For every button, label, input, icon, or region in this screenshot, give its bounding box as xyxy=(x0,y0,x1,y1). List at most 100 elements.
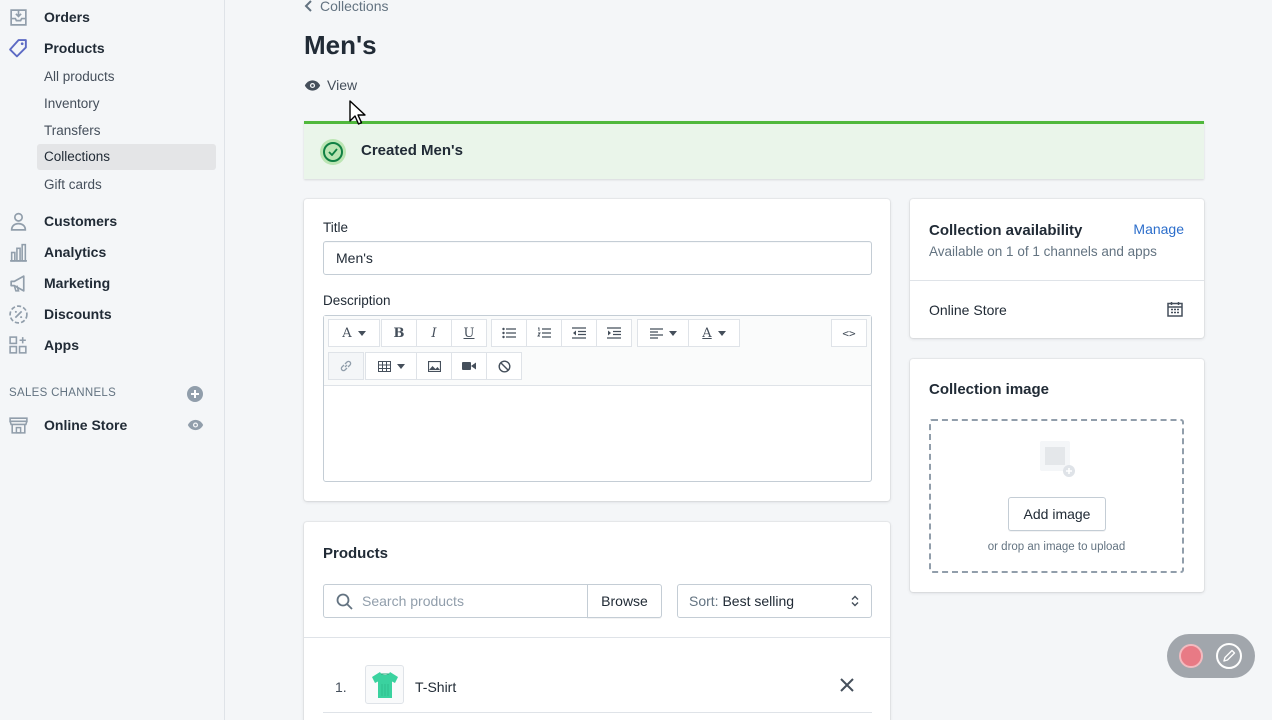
sidebar-item-customers[interactable]: Customers xyxy=(0,207,225,235)
product-row[interactable]: 1. T-Shirt xyxy=(323,664,872,714)
product-name: T-Shirt xyxy=(415,679,457,695)
eye-icon xyxy=(304,79,321,91)
italic-button[interactable]: I xyxy=(416,319,452,347)
image-icon xyxy=(427,360,441,372)
sidebar-item-label: Orders xyxy=(44,9,90,25)
collection-image-card: Collection image Add image or drop an im… xyxy=(910,359,1204,592)
sidebar-subitem-inventory[interactable]: Inventory xyxy=(37,91,216,117)
sidebar: Orders Products All products Inventory T… xyxy=(0,0,225,720)
indent-button[interactable] xyxy=(596,319,632,347)
html-source-button[interactable]: <> xyxy=(831,319,867,347)
description-textarea[interactable] xyxy=(324,387,871,481)
search-icon xyxy=(336,593,353,610)
sidebar-item-discounts[interactable]: Discounts xyxy=(0,300,225,328)
description-label: Description xyxy=(323,293,391,308)
product-index: 1. xyxy=(335,679,347,695)
sidebar-item-label: Marketing xyxy=(44,275,111,291)
sidebar-item-analytics[interactable]: Analytics xyxy=(0,238,225,266)
add-sales-channel-icon[interactable] xyxy=(187,386,203,402)
search-products-input[interactable] xyxy=(362,585,582,617)
tag-icon xyxy=(9,39,27,58)
sort-value: Best selling xyxy=(722,593,795,609)
clear-formatting-button[interactable] xyxy=(486,352,522,380)
availability-title: Collection availability xyxy=(929,222,1083,239)
underline-button[interactable]: U xyxy=(451,319,487,347)
video-icon xyxy=(462,362,476,370)
browse-button[interactable]: Browse xyxy=(587,584,662,618)
font-style-dropdown[interactable]: A xyxy=(328,319,380,347)
search-products-field[interactable] xyxy=(323,584,588,618)
record-button[interactable] xyxy=(1179,644,1203,668)
divider xyxy=(323,712,872,713)
sidebar-subitem-gift-cards[interactable]: Gift cards xyxy=(37,172,216,198)
sidebar-subitem-collections[interactable]: Collections xyxy=(37,144,216,170)
check-circle-icon xyxy=(320,139,346,165)
person-icon xyxy=(10,212,27,231)
sidebar-subitem-label: Inventory xyxy=(44,96,100,111)
numbered-list-icon xyxy=(537,327,551,338)
sidebar-item-label: Discounts xyxy=(44,306,112,322)
divider xyxy=(304,637,890,638)
sidebar-subitem-label: All products xyxy=(44,69,115,84)
product-thumbnail xyxy=(365,665,404,704)
outdent-button[interactable] xyxy=(561,319,597,347)
title-label: Title xyxy=(323,220,349,235)
mouse-cursor-icon xyxy=(349,100,366,125)
orders-icon xyxy=(10,9,27,26)
availability-subtitle: Available on 1 of 1 channels and apps xyxy=(929,244,1157,259)
bar-chart-icon xyxy=(10,243,27,262)
sidebar-item-orders[interactable]: Orders xyxy=(0,3,225,31)
sidebar-item-marketing[interactable]: Marketing xyxy=(0,269,225,297)
store-icon xyxy=(9,417,28,434)
sidebar-subitem-transfers[interactable]: Transfers xyxy=(37,118,216,144)
outdent-icon xyxy=(572,327,586,339)
title-input[interactable] xyxy=(323,241,872,275)
breadcrumb-label: Collections xyxy=(320,0,389,14)
bullet-list-button[interactable] xyxy=(491,319,527,347)
view-online-store-eye-icon[interactable] xyxy=(187,418,204,432)
bold-button[interactable]: B xyxy=(381,319,417,347)
insert-video-button[interactable] xyxy=(451,352,487,380)
align-dropdown[interactable] xyxy=(637,319,689,347)
sort-prefix: Sort: xyxy=(689,593,719,609)
insert-table-dropdown[interactable] xyxy=(365,352,417,380)
numbered-list-button[interactable] xyxy=(526,319,562,347)
align-left-icon xyxy=(649,327,663,339)
dropzone-hint: or drop an image to upload xyxy=(987,541,1126,553)
products-card: Products Browse Sort: Best selling 1. T-… xyxy=(304,522,890,720)
sidebar-subitem-label: Collections xyxy=(44,149,111,164)
calendar-icon[interactable] xyxy=(1167,301,1183,317)
manage-availability-link[interactable]: Manage xyxy=(1133,221,1184,237)
clear-format-icon xyxy=(497,359,511,373)
collection-image-title: Collection image xyxy=(929,381,1050,398)
sidebar-item-apps[interactable]: Apps xyxy=(0,331,225,359)
collection-availability-card: Collection availability Manage Available… xyxy=(910,199,1204,338)
remove-product-close-icon[interactable] xyxy=(838,676,856,694)
sidebar-subitem-label: Transfers xyxy=(44,123,101,138)
discount-icon xyxy=(9,305,28,324)
table-icon xyxy=(377,360,391,372)
image-dropzone[interactable]: Add image or drop an image to upload xyxy=(929,419,1184,573)
add-image-button[interactable]: Add image xyxy=(1008,497,1106,531)
chevron-left-icon xyxy=(304,0,312,12)
pencil-icon[interactable] xyxy=(1216,643,1242,669)
breadcrumb[interactable]: Collections xyxy=(304,0,388,14)
bullet-list-icon xyxy=(502,327,516,339)
text-color-glyph: A xyxy=(702,325,712,341)
description-editor: A B I U A <> xyxy=(323,315,872,482)
megaphone-icon xyxy=(10,275,25,292)
view-button[interactable]: View xyxy=(304,77,357,93)
sidebar-item-products[interactable]: Products xyxy=(0,34,225,62)
sidebar-item-label: Online Store xyxy=(44,417,128,433)
tshirt-icon xyxy=(371,671,398,698)
sidebar-subitem-all-products[interactable]: All products xyxy=(37,64,216,90)
text-color-dropdown[interactable]: A xyxy=(688,319,740,347)
screen-recorder-widget xyxy=(1167,634,1255,678)
insert-image-button[interactable] xyxy=(416,352,452,380)
sort-select[interactable]: Sort: Best selling xyxy=(677,584,872,618)
banner-message: Created Men's xyxy=(361,142,463,159)
insert-link-button[interactable] xyxy=(328,352,364,380)
channel-name: Online Store xyxy=(929,302,1007,318)
indent-icon xyxy=(607,327,621,339)
select-arrows-icon xyxy=(851,595,859,607)
